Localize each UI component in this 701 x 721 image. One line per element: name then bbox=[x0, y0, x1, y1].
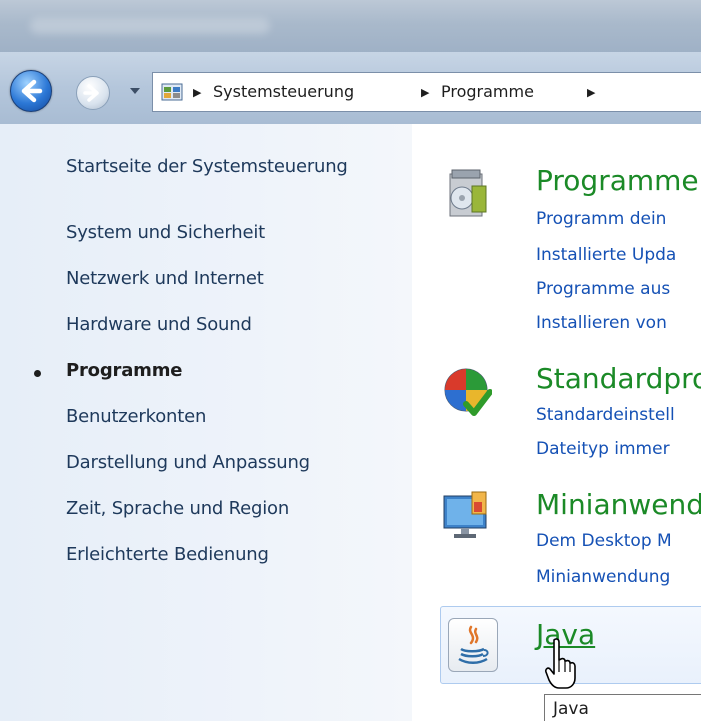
back-button[interactable] bbox=[10, 70, 52, 112]
forward-button[interactable] bbox=[76, 76, 110, 110]
breadcrumb-separator-icon[interactable]: ▶ bbox=[193, 85, 201, 101]
hand-cursor-icon bbox=[545, 638, 576, 689]
java-icon[interactable] bbox=[448, 618, 498, 672]
link-dem-desktop-minianwendungen[interactable]: Dem Desktop M bbox=[536, 530, 672, 552]
link-installieren-von[interactable]: Installieren von bbox=[536, 312, 667, 334]
navigation-bar: ▶ Systemsteuerung ▶ Programme ▶ bbox=[0, 52, 701, 125]
default-programs-icon[interactable] bbox=[442, 364, 492, 418]
sidebar-item-programme[interactable]: Programme bbox=[66, 360, 182, 381]
link-installierte-updates[interactable]: Installierte Upda bbox=[536, 244, 676, 266]
sidebar-item-hardware-und-sound[interactable]: Hardware und Sound bbox=[66, 314, 252, 335]
sidebar-item-system-und-sicherheit[interactable]: System und Sicherheit bbox=[66, 222, 265, 243]
desktop-gadgets-icon[interactable] bbox=[442, 488, 492, 542]
forward-arrow-icon bbox=[83, 84, 99, 102]
link-minianwendungen[interactable]: Minianwendung bbox=[536, 566, 670, 588]
link-dateityp-immer[interactable]: Dateityp immer bbox=[536, 438, 670, 460]
back-arrow-icon bbox=[21, 79, 43, 103]
programs-and-features-icon[interactable] bbox=[442, 168, 492, 222]
link-programm-deinstallieren[interactable]: Programm dein bbox=[536, 208, 666, 230]
breadcrumb-separator-icon[interactable]: ▶ bbox=[421, 85, 429, 101]
sidebar-item-netzwerk-und-internet[interactable]: Netzwerk und Internet bbox=[66, 268, 264, 289]
address-bar[interactable]: ▶ Systemsteuerung ▶ Programme ▶ bbox=[152, 72, 701, 112]
java-cup-icon bbox=[458, 625, 489, 664]
tooltip: Java bbox=[544, 694, 701, 721]
category-title-programme[interactable]: Programme bbox=[536, 164, 699, 198]
sidebar-item-benutzerkonten[interactable]: Benutzerkonten bbox=[66, 406, 206, 427]
sidebar-item-erleichterte-bedienung[interactable]: Erleichterte Bedienung bbox=[66, 544, 269, 565]
sidebar-item-startseite[interactable]: Startseite der Systemsteuerung bbox=[66, 156, 348, 177]
sidebar: Startseite der Systemsteuerung System un… bbox=[0, 124, 412, 721]
active-item-bullet bbox=[34, 370, 41, 377]
link-standardeinstellungen[interactable]: Standardeinstell bbox=[536, 404, 675, 426]
sidebar-item-zeit-sprache-und-region[interactable]: Zeit, Sprache und Region bbox=[66, 498, 289, 519]
main-content: Programme Programm dein Installierte Upd… bbox=[412, 124, 701, 721]
window-title-blur bbox=[30, 18, 270, 34]
window-titlebar bbox=[0, 0, 701, 52]
link-programme-ausfuehren[interactable]: Programme aus bbox=[536, 278, 670, 300]
category-title-standardprogramme[interactable]: Standardpro bbox=[536, 362, 701, 396]
sidebar-item-darstellung-und-anpassung[interactable]: Darstellung und Anpassung bbox=[66, 452, 310, 473]
breadcrumb-programme[interactable]: Programme bbox=[441, 82, 534, 102]
breadcrumb-systemsteuerung[interactable]: Systemsteuerung bbox=[213, 82, 354, 102]
category-title-minianwendungen[interactable]: Minianwend bbox=[536, 488, 701, 522]
control-panel-icon bbox=[161, 83, 183, 101]
recent-pages-dropdown-icon[interactable] bbox=[128, 84, 142, 98]
breadcrumb-separator-icon[interactable]: ▶ bbox=[587, 85, 595, 101]
